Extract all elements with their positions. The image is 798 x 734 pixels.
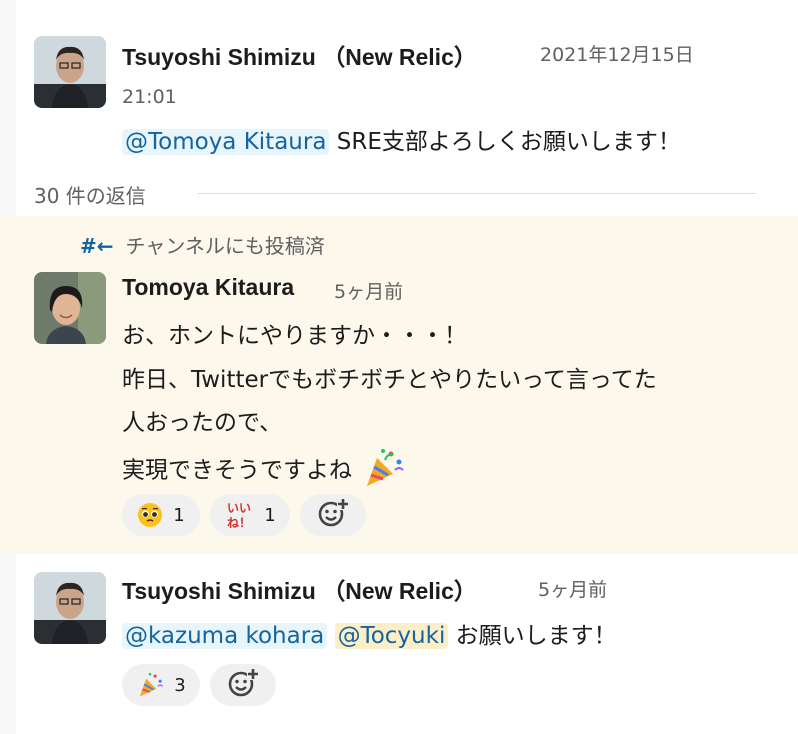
also-sent-label: チャンネルにも投稿済 <box>125 234 325 258</box>
message-line: 昨日、Twitterでもボチボチとやりたいって言ってた <box>122 367 657 393</box>
message-timestamp[interactable]: 5ヶ月前 <box>334 277 403 304</box>
svg-text:いい: いい <box>227 501 251 515</box>
avatar[interactable] <box>34 272 106 344</box>
reaction-pleading[interactable]: 1 <box>122 494 200 536</box>
thread-reply-count: 30 件の返信 <box>34 184 146 208</box>
message-line: お、ホントにやりますか・・・！ <box>122 323 467 349</box>
party-popper-icon <box>136 671 164 699</box>
pleading-face-icon <box>137 502 163 528</box>
avatar[interactable] <box>34 36 106 108</box>
thread-divider <box>198 193 756 194</box>
reaction-count: 3 <box>174 674 186 696</box>
author-name[interactable]: Tsuyoshi Shimizu （New Relic） <box>122 38 477 72</box>
iine-icon: いい ね！ <box>224 500 254 530</box>
add-reaction-icon <box>227 667 259 703</box>
self-mention[interactable]: @Tocyuki <box>334 623 449 649</box>
message-1: Tsuyoshi Shimizu （New Relic） 2021年12月15日… <box>0 0 798 170</box>
svg-text:ね！: ね！ <box>227 516 251 530</box>
message-time[interactable]: 21:01 <box>122 86 177 108</box>
avatar[interactable] <box>34 572 106 644</box>
message-line: 実現できそうですよね <box>122 457 352 484</box>
add-reaction-button[interactable] <box>210 664 276 706</box>
user-mention[interactable]: @Tomoya Kitaura <box>122 129 330 155</box>
user-mention[interactable]: @kazuma kohara <box>122 623 328 649</box>
message-text: お願いします！ <box>455 623 617 649</box>
reaction-iine[interactable]: いい ね！ 1 <box>210 494 290 536</box>
add-reaction-button[interactable] <box>300 494 366 536</box>
reaction-count: 1 <box>173 504 185 526</box>
author-name[interactable]: Tomoya Kitaura <box>122 274 294 301</box>
message-timestamp[interactable]: 5ヶ月前 <box>538 575 607 602</box>
channel-arrow-icon: #← <box>80 234 114 258</box>
also-sent-to-channel[interactable]: #← チャンネルにも投稿済 <box>80 230 325 259</box>
message-body: @kazuma kohara @Tocyuki お願いします！ <box>122 616 617 650</box>
add-reaction-icon <box>317 497 349 533</box>
reaction-count: 1 <box>264 504 276 526</box>
message-line-with-emoji: 実現できそうですよね <box>122 446 405 496</box>
message-date[interactable]: 2021年12月15日 <box>540 40 694 67</box>
message-line: 人おったので、 <box>122 410 283 436</box>
party-popper-icon <box>361 446 405 496</box>
message-text: SRE支部よろしくお願いします！ <box>336 129 681 155</box>
message-body: @Tomoya Kitaura SRE支部よろしくお願いします！ <box>122 122 681 156</box>
author-name[interactable]: Tsuyoshi Shimizu （New Relic） <box>122 572 477 606</box>
reaction-party[interactable]: 3 <box>122 664 200 706</box>
